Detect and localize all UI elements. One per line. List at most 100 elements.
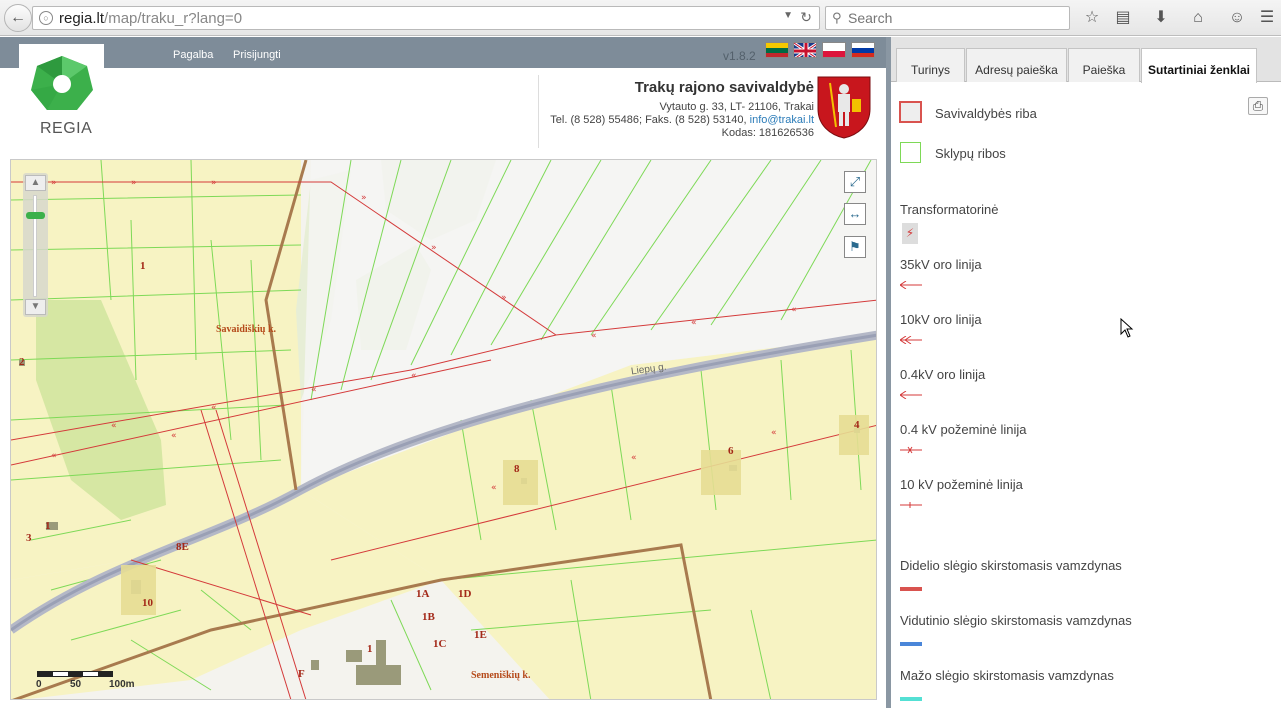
download-icon[interactable]: ⬇	[1150, 7, 1172, 29]
svg-text:»: »	[211, 178, 217, 188]
village-label: Savaidiškių k.	[216, 324, 277, 335]
low-pressure-pipe-swatch	[900, 697, 922, 701]
home-icon[interactable]: ⌂	[1187, 7, 1209, 29]
scale-bar-graphic	[37, 671, 113, 677]
parcel-boundary-swatch	[900, 142, 921, 163]
legend-label: 10 kV požeminė linija	[900, 477, 1023, 492]
parcel-label: 1	[140, 260, 146, 272]
zoom-track[interactable]	[33, 195, 37, 297]
tab-contents[interactable]: Turinys	[896, 48, 965, 82]
svg-text:«: «	[51, 451, 57, 461]
line-35kv-symbol	[900, 281, 922, 289]
svg-text:«: «	[791, 305, 797, 315]
header-divider	[538, 75, 539, 148]
parcel-label: 1E	[474, 629, 487, 641]
version-label: v1.8.2	[723, 49, 756, 63]
medium-pressure-pipe-swatch	[900, 642, 922, 646]
legend-label: 35kV oro linija	[900, 257, 982, 272]
svg-text:»: »	[501, 293, 507, 303]
bookmark-star-icon[interactable]: ☆	[1081, 7, 1103, 29]
legend-label: Savivaldybės riba	[935, 106, 1037, 121]
scale-bar: 0 50 100m	[36, 671, 135, 690]
back-button[interactable]: ←	[4, 4, 32, 32]
print-icon[interactable]: ⎙	[1248, 97, 1268, 115]
top-nav-bar: Pagalba Prisijungti v1.8.2	[0, 37, 887, 68]
map-canvas[interactable]: » » » » » » « « « « « « « « « « « «	[11, 160, 877, 700]
url-dropdown-icon[interactable]: ▼	[783, 10, 793, 21]
reload-icon[interactable]: ↻	[800, 9, 812, 26]
svg-text:«: «	[111, 421, 117, 431]
lithuanian-flag[interactable]	[765, 42, 789, 58]
flag-marker-icon[interactable]: ⚑	[844, 236, 866, 258]
svg-text:«: «	[411, 371, 417, 381]
parcel-label: 2	[19, 356, 25, 368]
parcel-label: 8	[514, 463, 520, 475]
parcel-label: 4	[854, 419, 860, 431]
polish-flag[interactable]	[822, 42, 846, 58]
municipality-boundary-swatch	[899, 101, 922, 123]
svg-text:«: «	[771, 428, 777, 438]
parcel-label: F	[298, 668, 305, 680]
municipality-title: Trakų rajono savivaldybė	[634, 79, 814, 96]
svg-text:«: «	[691, 318, 697, 328]
legend-label: Didelio slėgio skirstomasis vamzdynas	[900, 558, 1122, 573]
url-text: regia.lt/map/traku_r?lang=0	[59, 10, 243, 27]
underground-04kv-symbol	[900, 446, 922, 454]
parcel-label: 1	[367, 643, 373, 655]
svg-text:»: »	[361, 193, 367, 203]
legend-label: Transformatorinė	[900, 202, 999, 217]
coat-of-arms-icon	[816, 75, 872, 139]
line-10kv-symbol	[900, 336, 922, 344]
login-link[interactable]: Prisijungti	[233, 49, 281, 61]
search-input[interactable]	[848, 9, 1063, 27]
scale-label: 0	[36, 679, 42, 690]
address-bar[interactable]: ○ regia.lt/map/traku_r?lang=0 ▼ ↻	[32, 6, 820, 30]
uk-flag[interactable]	[793, 42, 817, 58]
cursor-icon	[1120, 318, 1134, 338]
logo-text: REGIA	[40, 120, 93, 137]
parcel-label: 1D	[458, 588, 472, 600]
tab-legend[interactable]: Sutartiniai ženklai	[1141, 48, 1257, 83]
transformer-icon: ⚡	[902, 223, 918, 244]
parcel-label: 10	[142, 597, 153, 609]
legend-label: Vidutinio slėgio skirstomasis vamzdynas	[900, 613, 1132, 628]
svg-text:«: «	[491, 483, 497, 493]
parcel-label: 8E	[176, 541, 189, 553]
menu-icon[interactable]: ☰	[1256, 7, 1278, 29]
parcel-label: 1B	[422, 611, 435, 623]
underground-10kv-symbol	[900, 502, 922, 508]
search-icon: ⚲	[832, 10, 842, 25]
reading-list-icon[interactable]: ▤	[1112, 7, 1134, 29]
line-04kv-symbol	[900, 391, 922, 399]
legend-panel: Turinys Adresų paieška Paieška Sutartini…	[891, 37, 1281, 708]
high-pressure-pipe-swatch	[900, 587, 922, 591]
svg-text:»: »	[431, 243, 437, 253]
tab-address-search[interactable]: Adresų paieška	[966, 48, 1067, 82]
svg-text:«: «	[311, 385, 317, 395]
zoom-in-button[interactable]: ▲	[25, 175, 46, 191]
zoom-handle[interactable]	[26, 212, 45, 219]
village-label: Semeniškių k.	[471, 670, 531, 681]
map-view[interactable]: »»» »»» ««« ««« ««« ««« 1 2 3 1 8E 10 8 …	[10, 159, 877, 700]
zoom-out-button[interactable]: ▼	[25, 299, 46, 315]
search-box[interactable]: ⚲	[825, 6, 1070, 30]
help-link[interactable]: Pagalba	[173, 49, 213, 61]
zoom-slider[interactable]: ▲ ▼	[23, 173, 48, 317]
panel-tabs: Turinys Adresų paieška Paieška Sutartini…	[891, 37, 1281, 83]
russian-flag[interactable]	[851, 42, 875, 58]
parcel-label: 1	[45, 520, 51, 532]
parcel-label: 3	[26, 532, 32, 544]
scale-label: 50	[70, 679, 82, 690]
email-link[interactable]: info@trakai.lt	[750, 114, 814, 126]
svg-text:»: »	[131, 178, 137, 188]
legend-label: 10kV oro linija	[900, 312, 982, 327]
tab-search[interactable]: Paieška	[1068, 48, 1140, 82]
browser-toolbar: ← ○ regia.lt/map/traku_r?lang=0 ▼ ↻ ⚲ ☆ …	[0, 0, 1281, 36]
svg-text:«: «	[591, 331, 597, 341]
fullscreen-icon[interactable]: ⤢	[844, 171, 866, 193]
legend-label: 0.4 kV požeminė linija	[900, 422, 1027, 437]
chat-icon[interactable]: ☺	[1226, 7, 1248, 29]
svg-text:«: «	[631, 453, 637, 463]
measure-icon[interactable]: ↔	[844, 203, 866, 225]
svg-text:«: «	[211, 403, 217, 413]
